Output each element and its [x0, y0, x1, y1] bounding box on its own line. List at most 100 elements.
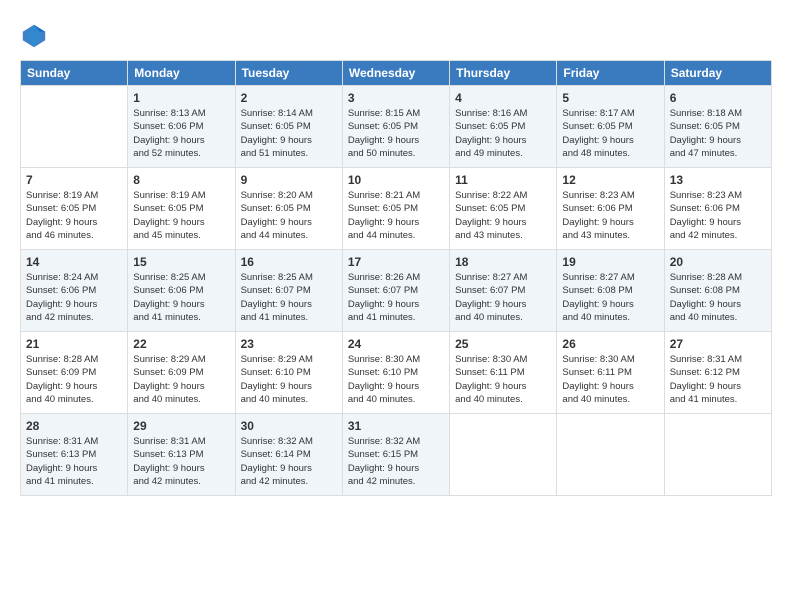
calendar-cell [450, 414, 557, 496]
calendar-cell: 16Sunrise: 8:25 AM Sunset: 6:07 PM Dayli… [235, 250, 342, 332]
day-number: 10 [348, 172, 444, 188]
cell-info: Sunrise: 8:26 AM Sunset: 6:07 PM Dayligh… [348, 271, 444, 324]
day-number: 29 [133, 418, 229, 434]
cell-info: Sunrise: 8:28 AM Sunset: 6:09 PM Dayligh… [26, 353, 122, 406]
cell-info: Sunrise: 8:13 AM Sunset: 6:06 PM Dayligh… [133, 107, 229, 160]
calendar-cell: 23Sunrise: 8:29 AM Sunset: 6:10 PM Dayli… [235, 332, 342, 414]
header-cell-tuesday: Tuesday [235, 61, 342, 86]
cell-info: Sunrise: 8:31 AM Sunset: 6:13 PM Dayligh… [133, 435, 229, 488]
day-number: 28 [26, 418, 122, 434]
week-row-1: 1Sunrise: 8:13 AM Sunset: 6:06 PM Daylig… [21, 86, 772, 168]
day-number: 19 [562, 254, 658, 270]
day-number: 11 [455, 172, 551, 188]
day-number: 5 [562, 90, 658, 106]
calendar-cell: 25Sunrise: 8:30 AM Sunset: 6:11 PM Dayli… [450, 332, 557, 414]
calendar-cell: 12Sunrise: 8:23 AM Sunset: 6:06 PM Dayli… [557, 168, 664, 250]
day-number: 1 [133, 90, 229, 106]
calendar-cell [557, 414, 664, 496]
cell-info: Sunrise: 8:17 AM Sunset: 6:05 PM Dayligh… [562, 107, 658, 160]
cell-info: Sunrise: 8:25 AM Sunset: 6:07 PM Dayligh… [241, 271, 337, 324]
header-cell-sunday: Sunday [21, 61, 128, 86]
cell-info: Sunrise: 8:28 AM Sunset: 6:08 PM Dayligh… [670, 271, 766, 324]
week-row-5: 28Sunrise: 8:31 AM Sunset: 6:13 PM Dayli… [21, 414, 772, 496]
logo-icon [20, 22, 48, 50]
day-number: 18 [455, 254, 551, 270]
calendar-cell [664, 414, 771, 496]
cell-info: Sunrise: 8:19 AM Sunset: 6:05 PM Dayligh… [133, 189, 229, 242]
calendar-cell: 24Sunrise: 8:30 AM Sunset: 6:10 PM Dayli… [342, 332, 449, 414]
day-number: 21 [26, 336, 122, 352]
page: SundayMondayTuesdayWednesdayThursdayFrid… [0, 0, 792, 612]
cell-info: Sunrise: 8:32 AM Sunset: 6:14 PM Dayligh… [241, 435, 337, 488]
header-cell-saturday: Saturday [664, 61, 771, 86]
calendar-cell: 11Sunrise: 8:22 AM Sunset: 6:05 PM Dayli… [450, 168, 557, 250]
calendar-cell: 14Sunrise: 8:24 AM Sunset: 6:06 PM Dayli… [21, 250, 128, 332]
cell-info: Sunrise: 8:30 AM Sunset: 6:11 PM Dayligh… [455, 353, 551, 406]
day-number: 22 [133, 336, 229, 352]
calendar-cell: 15Sunrise: 8:25 AM Sunset: 6:06 PM Dayli… [128, 250, 235, 332]
day-number: 30 [241, 418, 337, 434]
cell-info: Sunrise: 8:30 AM Sunset: 6:11 PM Dayligh… [562, 353, 658, 406]
calendar-cell: 20Sunrise: 8:28 AM Sunset: 6:08 PM Dayli… [664, 250, 771, 332]
calendar-cell: 26Sunrise: 8:30 AM Sunset: 6:11 PM Dayli… [557, 332, 664, 414]
day-number: 8 [133, 172, 229, 188]
calendar-cell [21, 86, 128, 168]
calendar-cell: 29Sunrise: 8:31 AM Sunset: 6:13 PM Dayli… [128, 414, 235, 496]
calendar-cell: 19Sunrise: 8:27 AM Sunset: 6:08 PM Dayli… [557, 250, 664, 332]
calendar-cell: 31Sunrise: 8:32 AM Sunset: 6:15 PM Dayli… [342, 414, 449, 496]
day-number: 4 [455, 90, 551, 106]
calendar-cell: 22Sunrise: 8:29 AM Sunset: 6:09 PM Dayli… [128, 332, 235, 414]
day-number: 23 [241, 336, 337, 352]
cell-info: Sunrise: 8:31 AM Sunset: 6:13 PM Dayligh… [26, 435, 122, 488]
day-number: 17 [348, 254, 444, 270]
calendar-cell: 7Sunrise: 8:19 AM Sunset: 6:05 PM Daylig… [21, 168, 128, 250]
calendar-cell: 8Sunrise: 8:19 AM Sunset: 6:05 PM Daylig… [128, 168, 235, 250]
day-number: 27 [670, 336, 766, 352]
calendar-cell: 21Sunrise: 8:28 AM Sunset: 6:09 PM Dayli… [21, 332, 128, 414]
week-row-2: 7Sunrise: 8:19 AM Sunset: 6:05 PM Daylig… [21, 168, 772, 250]
cell-info: Sunrise: 8:29 AM Sunset: 6:10 PM Dayligh… [241, 353, 337, 406]
cell-info: Sunrise: 8:29 AM Sunset: 6:09 PM Dayligh… [133, 353, 229, 406]
cell-info: Sunrise: 8:24 AM Sunset: 6:06 PM Dayligh… [26, 271, 122, 324]
calendar-header: SundayMondayTuesdayWednesdayThursdayFrid… [21, 61, 772, 86]
day-number: 25 [455, 336, 551, 352]
day-number: 3 [348, 90, 444, 106]
cell-info: Sunrise: 8:25 AM Sunset: 6:06 PM Dayligh… [133, 271, 229, 324]
cell-info: Sunrise: 8:32 AM Sunset: 6:15 PM Dayligh… [348, 435, 444, 488]
cell-info: Sunrise: 8:20 AM Sunset: 6:05 PM Dayligh… [241, 189, 337, 242]
cell-info: Sunrise: 8:21 AM Sunset: 6:05 PM Dayligh… [348, 189, 444, 242]
header [20, 18, 772, 50]
calendar-cell: 6Sunrise: 8:18 AM Sunset: 6:05 PM Daylig… [664, 86, 771, 168]
week-row-3: 14Sunrise: 8:24 AM Sunset: 6:06 PM Dayli… [21, 250, 772, 332]
calendar-cell: 27Sunrise: 8:31 AM Sunset: 6:12 PM Dayli… [664, 332, 771, 414]
header-cell-wednesday: Wednesday [342, 61, 449, 86]
day-number: 20 [670, 254, 766, 270]
calendar-table: SundayMondayTuesdayWednesdayThursdayFrid… [20, 60, 772, 496]
calendar-body: 1Sunrise: 8:13 AM Sunset: 6:06 PM Daylig… [21, 86, 772, 496]
cell-info: Sunrise: 8:15 AM Sunset: 6:05 PM Dayligh… [348, 107, 444, 160]
header-row: SundayMondayTuesdayWednesdayThursdayFrid… [21, 61, 772, 86]
header-cell-monday: Monday [128, 61, 235, 86]
cell-info: Sunrise: 8:30 AM Sunset: 6:10 PM Dayligh… [348, 353, 444, 406]
cell-info: Sunrise: 8:19 AM Sunset: 6:05 PM Dayligh… [26, 189, 122, 242]
day-number: 7 [26, 172, 122, 188]
calendar-cell: 1Sunrise: 8:13 AM Sunset: 6:06 PM Daylig… [128, 86, 235, 168]
cell-info: Sunrise: 8:18 AM Sunset: 6:05 PM Dayligh… [670, 107, 766, 160]
calendar-cell: 9Sunrise: 8:20 AM Sunset: 6:05 PM Daylig… [235, 168, 342, 250]
cell-info: Sunrise: 8:31 AM Sunset: 6:12 PM Dayligh… [670, 353, 766, 406]
calendar-cell: 18Sunrise: 8:27 AM Sunset: 6:07 PM Dayli… [450, 250, 557, 332]
cell-info: Sunrise: 8:14 AM Sunset: 6:05 PM Dayligh… [241, 107, 337, 160]
calendar-cell: 2Sunrise: 8:14 AM Sunset: 6:05 PM Daylig… [235, 86, 342, 168]
cell-info: Sunrise: 8:22 AM Sunset: 6:05 PM Dayligh… [455, 189, 551, 242]
cell-info: Sunrise: 8:23 AM Sunset: 6:06 PM Dayligh… [562, 189, 658, 242]
cell-info: Sunrise: 8:27 AM Sunset: 6:07 PM Dayligh… [455, 271, 551, 324]
day-number: 12 [562, 172, 658, 188]
calendar-cell: 3Sunrise: 8:15 AM Sunset: 6:05 PM Daylig… [342, 86, 449, 168]
calendar-cell: 4Sunrise: 8:16 AM Sunset: 6:05 PM Daylig… [450, 86, 557, 168]
calendar-cell: 13Sunrise: 8:23 AM Sunset: 6:06 PM Dayli… [664, 168, 771, 250]
calendar-cell: 10Sunrise: 8:21 AM Sunset: 6:05 PM Dayli… [342, 168, 449, 250]
day-number: 9 [241, 172, 337, 188]
day-number: 26 [562, 336, 658, 352]
logo [20, 22, 52, 50]
day-number: 31 [348, 418, 444, 434]
